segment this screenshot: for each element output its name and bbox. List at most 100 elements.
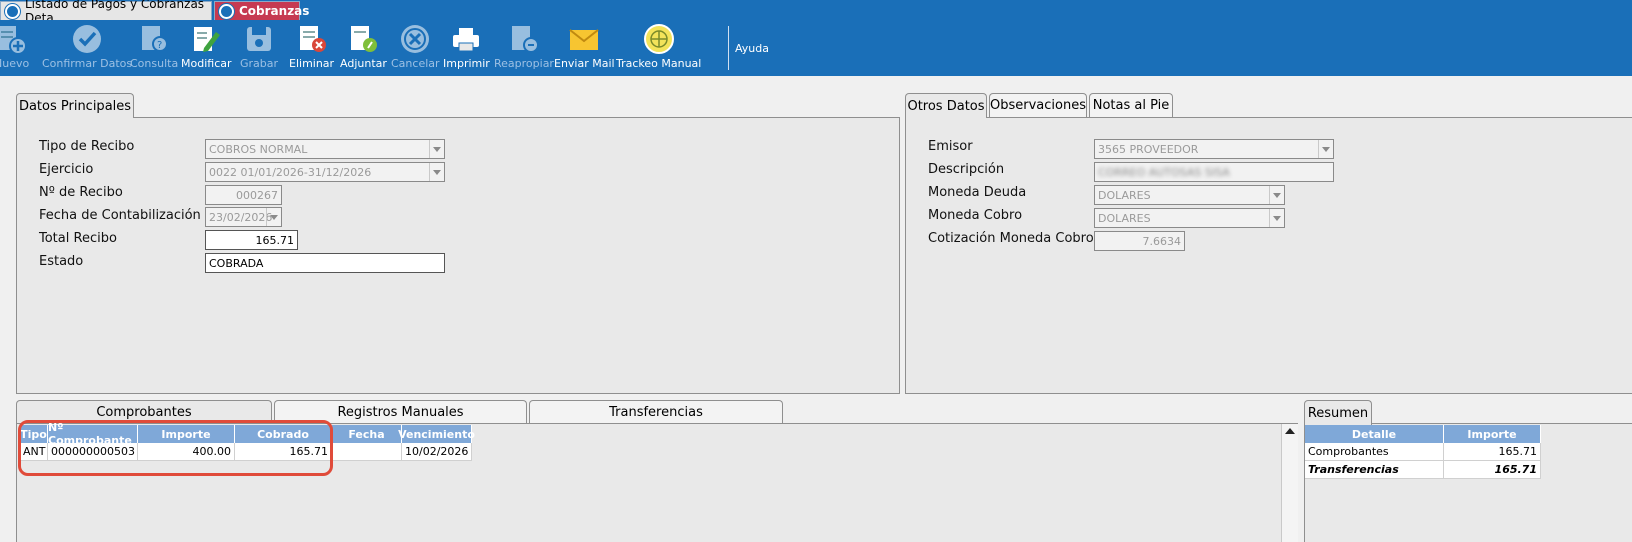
ejercicio-select[interactable]: 0022 01/01/2026-31/12/2026 — [205, 162, 445, 182]
tipo-recibo-label: Tipo de Recibo — [39, 139, 135, 154]
table-row[interactable]: Transferencias 165.71 — [1305, 461, 1541, 479]
estado-field[interactable]: COBRADA — [205, 253, 445, 273]
total-recibo-field[interactable]: 165.71 — [205, 230, 298, 250]
nro-recibo-value: 000267 — [236, 188, 278, 202]
emisor-value: 3565 PROVEEDOR — [1098, 142, 1199, 156]
tab-registros-manuales[interactable]: Registros Manuales — [274, 400, 527, 424]
delete-document-icon — [296, 22, 328, 56]
modificar-button[interactable]: Modificar — [181, 22, 232, 70]
table-row[interactable]: ANT 000000000503 400.00 165.71 10/02/202… — [20, 443, 472, 461]
fecha-contabilizacion-field[interactable]: 23/02/2026 — [205, 207, 282, 227]
descripcion-field[interactable]: CORREO AUTOSAS SISA — [1094, 162, 1334, 182]
tab-transferencias[interactable]: Transferencias — [529, 400, 783, 424]
estado-label: Estado — [39, 254, 84, 269]
moneda-cobro-value: DOLARES — [1098, 211, 1151, 225]
cotizacion-field[interactable]: 7.6634 — [1094, 231, 1185, 251]
tab-listado-pagos[interactable]: Listado de Pagos y Cobranzas Deta... — [0, 0, 212, 25]
cell-cobrado: 165.71 — [235, 443, 332, 461]
tab-label: Observaciones — [990, 98, 1086, 113]
moneda-cobro-label: Moneda Cobro — [928, 208, 1023, 223]
col-tipo[interactable]: Tipo — [20, 425, 48, 443]
tab-cobranzas[interactable]: Cobranzas — [214, 1, 309, 20]
confirmar-datos-button[interactable]: Confirmar Datos — [42, 22, 132, 70]
col-fecha[interactable]: Fecha — [332, 425, 402, 443]
cell-vencimiento: 10/02/2026 — [402, 443, 472, 461]
envelope-icon — [568, 22, 600, 56]
trackeo-manual-button[interactable]: Trackeo Manual — [616, 22, 701, 70]
cell-importe: 400.00 — [138, 443, 235, 461]
cell-detalle: Transferencias — [1305, 461, 1444, 479]
chevron-down-icon — [429, 140, 444, 158]
checkmark-icon — [71, 22, 103, 56]
comprobantes-scrollbar[interactable] — [1281, 424, 1298, 542]
edit-pencil-icon — [190, 22, 222, 56]
enviar-mail-button[interactable]: Enviar Mail — [554, 22, 615, 70]
tab-label: Comprobantes — [96, 405, 192, 420]
cell-importe: 165.71 — [1444, 443, 1541, 461]
nro-recibo-field[interactable]: 000267 — [205, 185, 282, 205]
cotizacion-value: 7.6634 — [1142, 234, 1182, 248]
tab-label: Cobranzas — [239, 4, 310, 18]
moneda-deuda-select[interactable]: DOLARES — [1094, 185, 1285, 205]
datos-principales-panel — [16, 117, 900, 394]
cell-tipo: ANT — [20, 443, 48, 461]
tab-label: Notas al Pie — [1092, 98, 1170, 113]
attach-document-icon — [347, 22, 379, 56]
chevron-down-icon — [266, 208, 281, 226]
cell-detalle: Comprobantes — [1305, 443, 1444, 461]
tab-label: Otros Datos — [907, 98, 985, 114]
consulta-button[interactable]: ? Consulta — [130, 22, 178, 70]
printer-icon — [450, 22, 482, 56]
chevron-down-icon — [1318, 140, 1333, 158]
total-recibo-value: 165.71 — [255, 233, 295, 247]
adjuntar-button[interactable]: Adjuntar — [340, 22, 387, 70]
col-importe[interactable]: Importe — [1444, 425, 1541, 443]
reassign-document-icon — [508, 22, 540, 56]
table-row[interactable]: Comprobantes 165.71 — [1305, 443, 1541, 461]
tab-label: Resumen — [1307, 405, 1369, 421]
eliminar-button[interactable]: Eliminar — [289, 22, 334, 70]
fecha-value: 23/02/2026 — [209, 210, 273, 224]
fecha-contabilizacion-label: Fecha de Contabilización — [39, 208, 201, 223]
cell-fecha — [332, 443, 402, 461]
col-nro-comprobante[interactable]: Nº Comprobante — [48, 421, 138, 447]
cotizacion-label: Cotización Moneda Cobro — [928, 231, 1094, 246]
save-disk-icon — [243, 22, 275, 56]
tab-otros-datos[interactable]: Otros Datos — [905, 93, 987, 118]
ejercicio-label: Ejercicio — [39, 162, 94, 177]
query-document-icon: ? — [138, 22, 170, 56]
descripcion-label: Descripción — [928, 162, 1005, 177]
imprimir-button[interactable]: Imprimir — [443, 22, 490, 70]
toolbar: Nuevo Confirmar Datos ? Consulta Modific… — [0, 20, 1632, 76]
tab-observaciones[interactable]: Observaciones — [989, 93, 1087, 117]
estado-value: COBRADA — [209, 256, 264, 270]
tipo-recibo-select[interactable]: COBROS NORMAL — [205, 139, 445, 159]
col-importe[interactable]: Importe — [138, 425, 235, 443]
tab-label: Transferencias — [609, 405, 703, 420]
new-document-icon — [0, 22, 28, 56]
grabar-button[interactable]: Grabar — [240, 22, 278, 70]
nuevo-button[interactable]: Nuevo — [0, 22, 29, 70]
emisor-select[interactable]: 3565 PROVEEDOR — [1094, 139, 1334, 159]
reapropiar-button[interactable]: Reapropiar — [494, 22, 554, 70]
ayuda-link[interactable]: Ayuda — [735, 42, 769, 55]
moneda-cobro-select[interactable]: DOLARES — [1094, 208, 1285, 228]
col-detalle[interactable]: Detalle — [1305, 425, 1444, 443]
tab-app-icon — [5, 3, 20, 19]
svg-text:?: ? — [157, 40, 162, 51]
emisor-label: Emisor — [928, 139, 973, 154]
cancel-icon — [399, 22, 431, 56]
resumen-table: Detalle Importe Comprobantes 165.71 Tran… — [1305, 425, 1541, 479]
cancelar-button[interactable]: Cancelar — [391, 22, 440, 70]
chevron-down-icon — [1269, 209, 1284, 227]
moneda-deuda-label: Moneda Deuda — [928, 185, 1027, 200]
col-vencimiento[interactable]: Vencimiento — [398, 425, 475, 443]
tab-resumen[interactable]: Resumen — [1304, 400, 1372, 425]
toolbar-separator — [728, 26, 729, 70]
col-cobrado[interactable]: Cobrado — [235, 425, 332, 443]
tab-datos-principales[interactable]: Datos Principales — [16, 93, 134, 118]
tab-notas-al-pie[interactable]: Notas al Pie — [1089, 93, 1173, 117]
ejercicio-value: 0022 01/01/2026-31/12/2026 — [209, 165, 372, 179]
cell-importe: 165.71 — [1444, 461, 1541, 479]
scroll-up-icon[interactable] — [1285, 428, 1295, 434]
